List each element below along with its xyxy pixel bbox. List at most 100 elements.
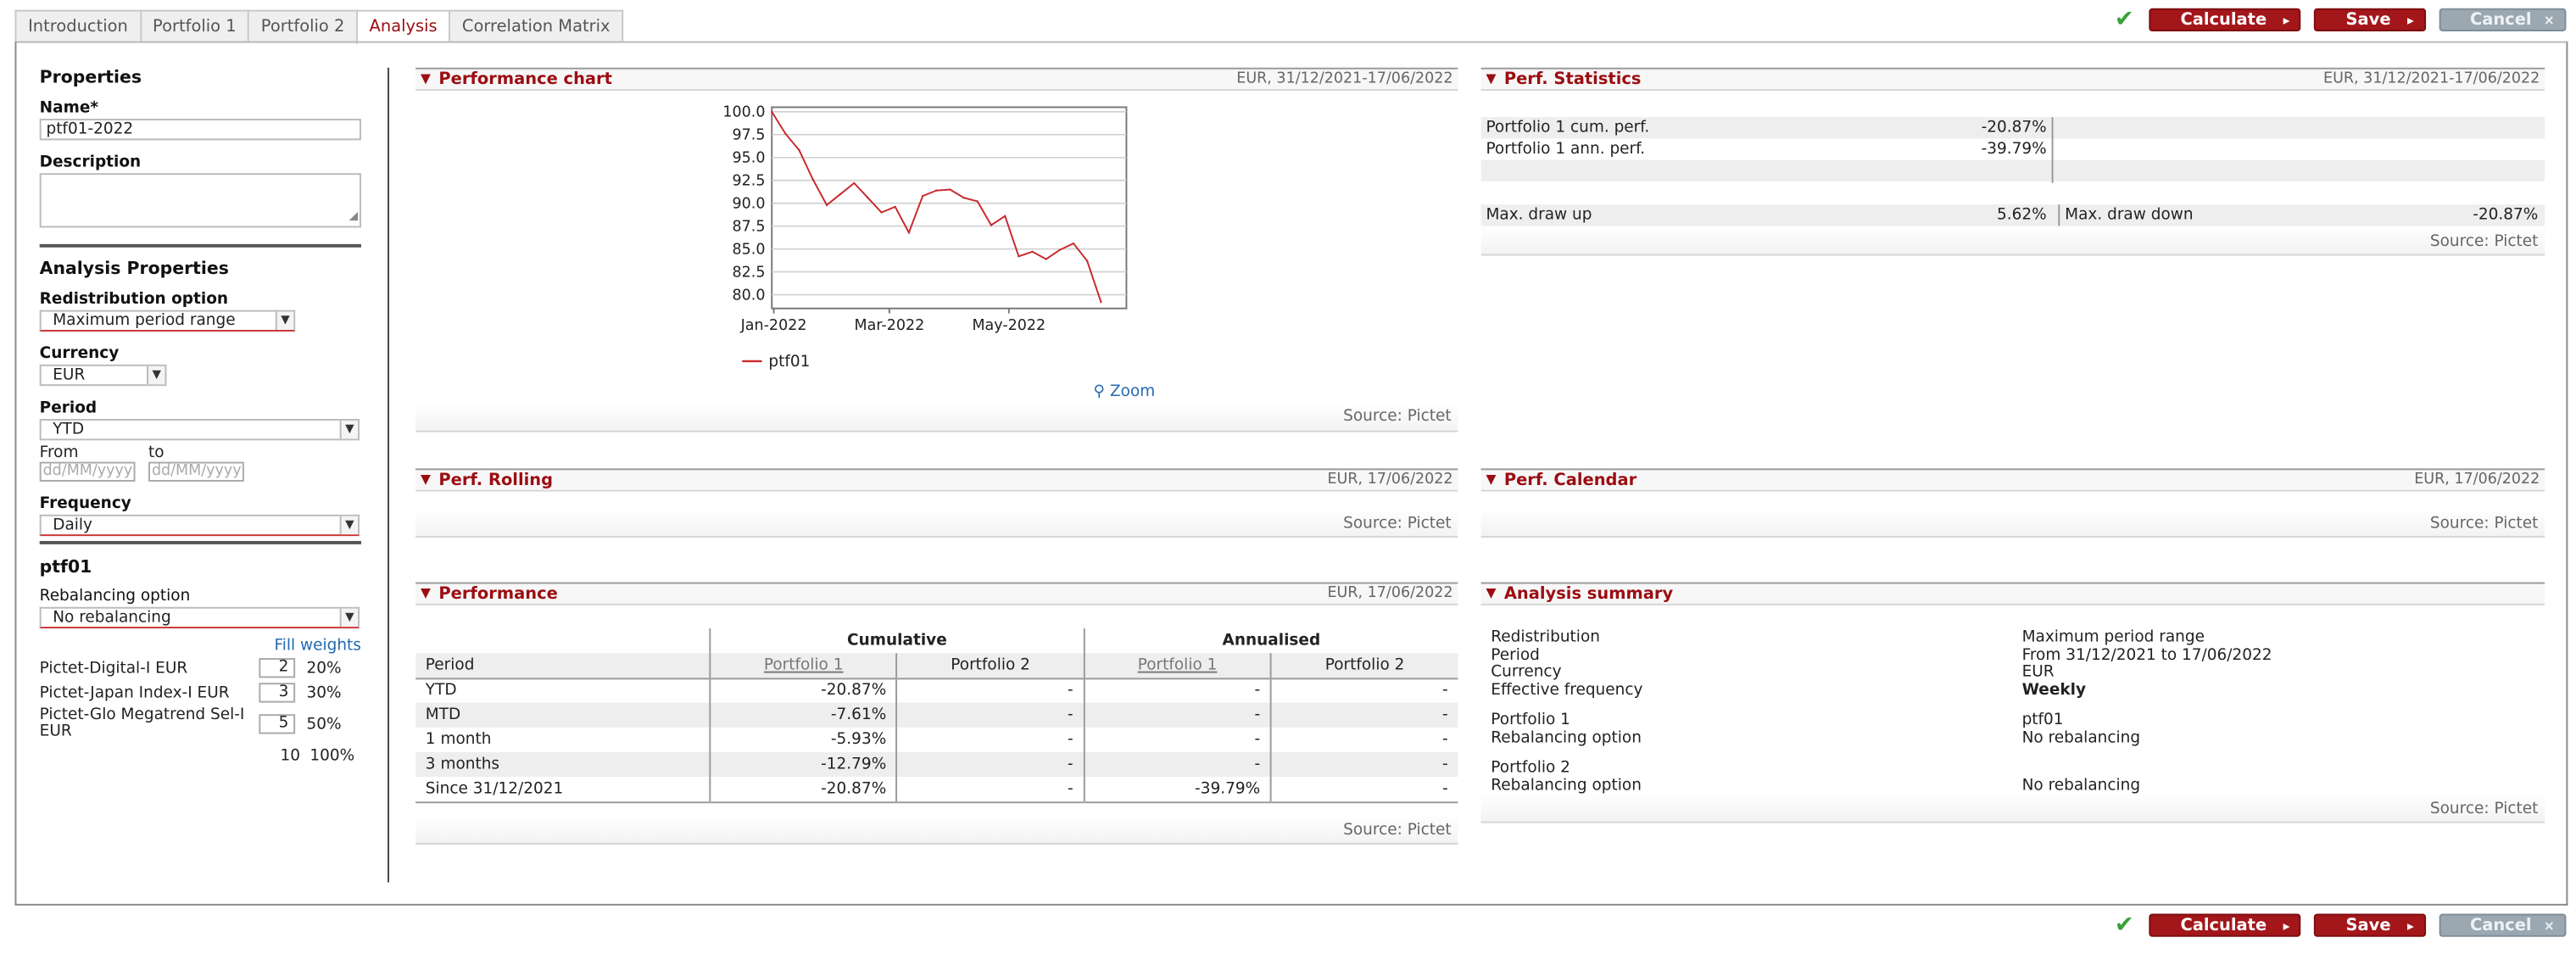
redistribution-select[interactable]: Maximum period range ▼ xyxy=(39,310,296,332)
resize-handle-icon[interactable]: ◢ xyxy=(349,208,358,226)
y-tick-label: 90.0 xyxy=(733,196,766,213)
checkmark-icon[interactable]: ✔ xyxy=(2113,914,2136,937)
perf-calendar-section: ▼ Perf. Calendar EUR, 17/06/2022 Source:… xyxy=(1480,468,2545,547)
data-point xyxy=(867,197,869,199)
checkmark-icon[interactable]: ✔ xyxy=(2113,8,2136,31)
cancel-label: Cancel xyxy=(2469,917,2532,935)
weight-pct: 30% xyxy=(306,683,342,702)
zoom-label: Zoom xyxy=(1109,382,1156,401)
row-cum-p2: - xyxy=(895,678,1084,703)
source-bar xyxy=(1480,508,2545,538)
performance-header[interactable]: ▼ Performance EUR, 17/06/2022 xyxy=(415,582,1458,605)
to-date-input[interactable]: dd/MM/yyyy xyxy=(148,461,244,482)
data-point xyxy=(935,189,938,192)
frequency-select[interactable]: Daily ▼ xyxy=(39,514,360,537)
rebalancing-select[interactable]: No rebalancing ▼ xyxy=(39,606,360,629)
collapse-triangle-icon[interactable]: ▼ xyxy=(1486,471,1496,487)
plot-area xyxy=(771,106,1128,310)
chevron-down-icon[interactable]: ▼ xyxy=(339,516,359,535)
fill-weights-link[interactable]: Fill weights xyxy=(40,637,361,655)
ann-portfolio-1-header[interactable]: Portfolio 1 xyxy=(1083,653,1271,679)
weight-name: Pictet-Japan Index-I EUR xyxy=(39,683,230,702)
row-ann-p2: - xyxy=(1269,727,1458,752)
data-point xyxy=(1086,259,1089,262)
y-tick-label: 97.5 xyxy=(733,127,766,144)
row-cum-p2: - xyxy=(895,777,1084,803)
chevron-down-icon[interactable]: ▼ xyxy=(275,311,294,330)
currency-select[interactable]: EUR ▼ xyxy=(39,364,167,387)
x-tick-label: Jan-2022 xyxy=(740,317,807,334)
weight-qty-input[interactable]: 2 xyxy=(259,658,296,678)
section-title: Performance xyxy=(438,585,558,604)
period-label: Period xyxy=(39,399,98,418)
collapse-triangle-icon[interactable]: ▼ xyxy=(421,585,431,600)
y-tick-label: 92.5 xyxy=(733,173,766,190)
row-period: 1 month xyxy=(425,730,492,750)
tab-correlation-matrix[interactable]: Correlation Matrix xyxy=(449,9,624,43)
collapse-triangle-icon[interactable]: ▼ xyxy=(1486,71,1496,86)
calculate-button[interactable]: Calculate ▸ xyxy=(2149,913,2302,937)
data-point xyxy=(798,148,800,152)
save-button[interactable]: Save ▸ xyxy=(2314,8,2426,31)
chevron-down-icon[interactable]: ▼ xyxy=(339,608,359,628)
collapse-triangle-icon[interactable]: ▼ xyxy=(1486,585,1496,600)
performance-section: ▼ Performance EUR, 17/06/2022 Cumulative… xyxy=(415,582,1458,846)
properties-title: Properties xyxy=(39,67,142,88)
data-point xyxy=(1058,248,1062,251)
data-point xyxy=(839,192,842,196)
cancel-button[interactable]: Cancel × xyxy=(2438,913,2567,937)
tab-analysis[interactable]: Analysis xyxy=(355,9,449,45)
tab-portfolio-1[interactable]: Portfolio 1 xyxy=(139,9,248,43)
summary-value: No rebalancing xyxy=(2021,776,2141,795)
collapse-triangle-icon[interactable]: ▼ xyxy=(421,471,431,487)
section-title: Performance chart xyxy=(438,70,612,90)
perf-rolling-header[interactable]: ▼ Perf. Rolling EUR, 17/06/2022 xyxy=(415,468,1458,492)
calculate-button[interactable]: Calculate ▸ xyxy=(2149,8,2302,31)
description-textarea[interactable]: ◢ xyxy=(39,173,361,228)
perf-calendar-header[interactable]: ▼ Perf. Calendar EUR, 17/06/2022 xyxy=(1480,468,2545,492)
tab-portfolio-2[interactable]: Portfolio 2 xyxy=(248,9,356,43)
data-point xyxy=(990,224,993,226)
name-input[interactable]: ptf01-2022 xyxy=(39,119,361,141)
bottom-action-bar: ✔ Calculate ▸ Save ▸ Cancel × xyxy=(2113,913,2567,937)
section-title: Perf. Calendar xyxy=(1503,471,1637,490)
ann-portfolio-2-header: Portfolio 2 xyxy=(1269,653,1458,679)
perf-statistics-section: ▼ Perf. Statistics EUR, 31/12/2021-17/06… xyxy=(1480,67,2545,265)
row-ann-p1: -39.79% xyxy=(1083,777,1271,803)
zoom-link[interactable]: ⚲ Zoom xyxy=(1094,382,1156,400)
row-cum-p1: -20.87% xyxy=(709,678,897,703)
summary-label: Portfolio 1 xyxy=(1491,711,1570,729)
save-button[interactable]: Save ▸ xyxy=(2314,913,2426,937)
summary-label: Rebalancing option xyxy=(1491,728,1642,747)
cum-portfolio-1-header[interactable]: Portfolio 1 xyxy=(709,653,897,679)
stats-divider xyxy=(2051,117,2054,183)
source-label: Source: Pictet xyxy=(2429,232,2539,251)
data-point xyxy=(771,110,773,113)
chevron-down-icon[interactable]: ▼ xyxy=(147,365,165,385)
date-range-inputs: dd/MM/yyyy dd/MM/yyyy xyxy=(39,461,361,482)
summary-value: EUR xyxy=(2021,662,2055,682)
stat-label: Max. draw down xyxy=(2058,204,2194,226)
cancel-button[interactable]: Cancel × xyxy=(2438,8,2567,31)
collapse-triangle-icon[interactable]: ▼ xyxy=(421,71,431,86)
rebalancing-label: Rebalancing option xyxy=(39,587,191,605)
row-ann-p2: - xyxy=(1269,678,1458,703)
row-ann-p1: - xyxy=(1083,751,1271,778)
close-icon: × xyxy=(2543,918,2555,934)
tab-introduction[interactable]: Introduction xyxy=(14,9,140,43)
stat-value: 5.62% xyxy=(1997,206,2047,225)
name-label: Name* xyxy=(39,98,99,118)
analysis-summary-header[interactable]: ▼ Analysis summary xyxy=(1480,582,2545,605)
summary-values: Maximum period range From 31/12/2021 to … xyxy=(2021,629,2272,795)
analysis-summary-section: ▼ Analysis summary Redistribution Period… xyxy=(1480,582,2545,827)
summary-label: Redistribution xyxy=(1491,628,1600,647)
summary-label: Effective frequency xyxy=(1491,680,1643,699)
row-cum-p2: - xyxy=(895,727,1084,752)
from-date-input[interactable]: dd/MM/yyyy xyxy=(39,461,136,482)
period-select[interactable]: YTD ▼ xyxy=(39,419,360,441)
perf-statistics-header[interactable]: ▼ Perf. Statistics EUR, 31/12/2021-17/06… xyxy=(1480,67,2545,91)
performance-chart-header[interactable]: ▼ Performance chart EUR, 31/12/2021-17/0… xyxy=(415,67,1458,91)
weight-qty-input[interactable]: 5 xyxy=(259,714,296,734)
weight-qty-input[interactable]: 3 xyxy=(259,683,296,703)
chevron-down-icon[interactable]: ▼ xyxy=(339,420,359,439)
